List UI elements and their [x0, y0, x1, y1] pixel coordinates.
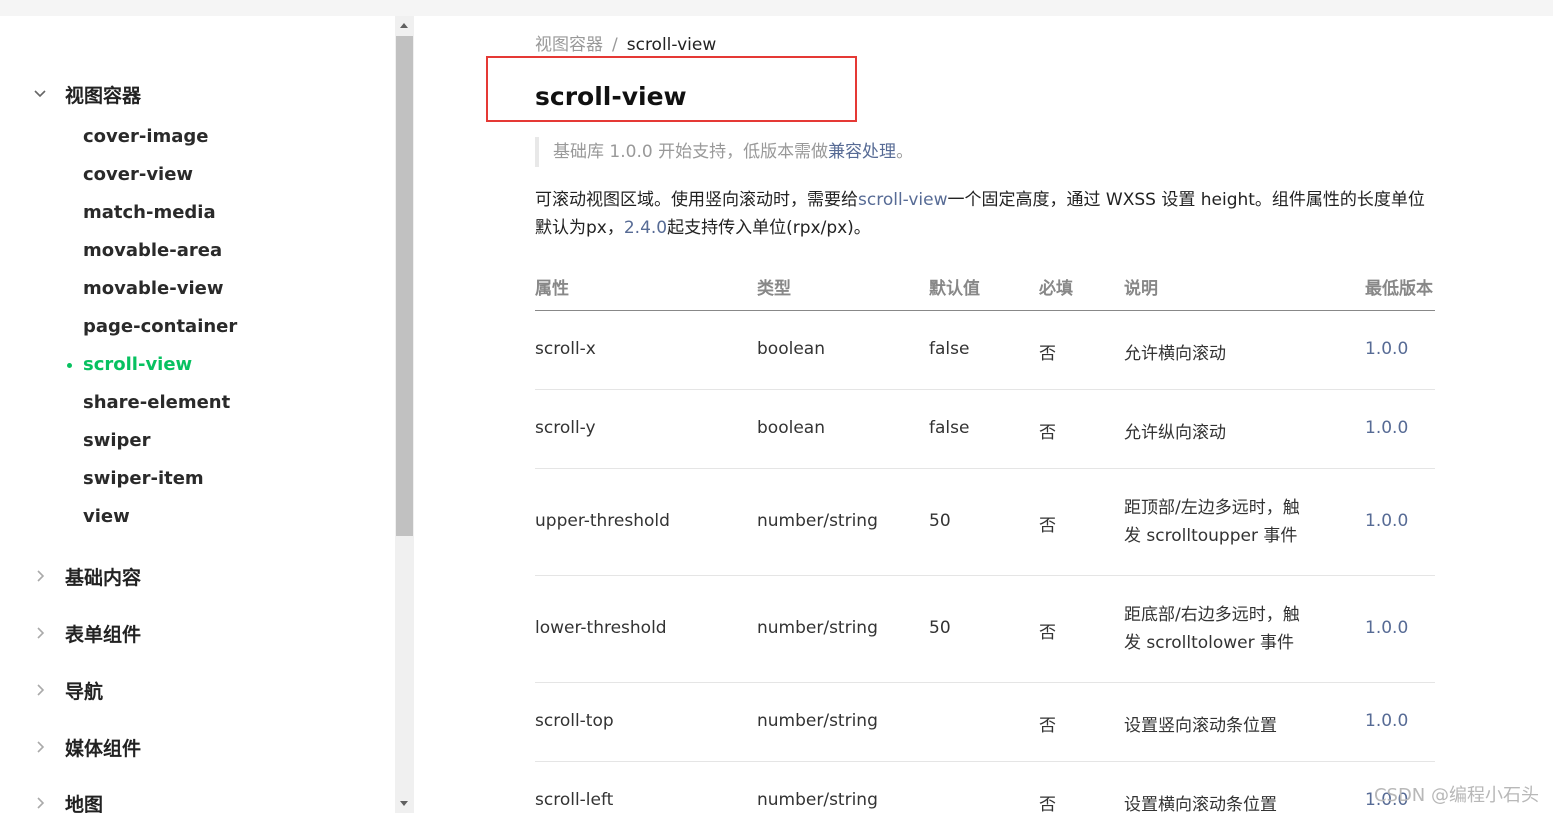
sidebar-item-swiper[interactable]: swiper	[83, 429, 150, 453]
cell-default: 50	[929, 618, 951, 638]
cell-type: number/string	[757, 618, 878, 638]
header-default: 默认值	[929, 279, 980, 299]
header-description: 说明	[1124, 279, 1158, 299]
cell-version-link[interactable]: 1.0.0	[1365, 618, 1408, 638]
header-required: 必填	[1039, 279, 1073, 299]
active-dot-icon	[67, 363, 72, 368]
cell-description: 距顶部/左边多远时，触发 scrolltoupper 事件	[1124, 498, 1300, 546]
scroll-down-arrow-icon[interactable]	[400, 801, 408, 806]
top-strip	[0, 0, 1553, 16]
cell-attribute: lower-threshold	[535, 618, 667, 638]
cell-required: 否	[1039, 623, 1056, 643]
header-min-version: 最低版本	[1365, 279, 1433, 299]
cell-description: 允许纵向滚动	[1124, 423, 1226, 443]
cell-version-link[interactable]: 1.0.0	[1365, 339, 1408, 359]
attributes-table: 属性 类型 默认值 必填 说明 最低版本 scroll-x boolean fa…	[535, 271, 1435, 813]
cell-attribute: scroll-y	[535, 418, 596, 438]
scroll-view-link[interactable]: scroll-view	[858, 190, 948, 210]
cell-default: false	[929, 418, 970, 438]
cell-version-link[interactable]: 1.0.0	[1365, 711, 1408, 731]
note-text: 基础库 1.0.0 开始支持，低版本需做	[553, 142, 829, 162]
cell-attribute: scroll-left	[535, 790, 614, 810]
sidebar-item-cover-image[interactable]: cover-image	[83, 125, 209, 149]
cell-type: number/string	[757, 511, 878, 531]
cell-description: 允许横向滚动	[1124, 344, 1226, 364]
table-row: upper-threshold number/string 50 否 距顶部/左…	[535, 469, 1435, 576]
breadcrumb-current: scroll-view	[626, 35, 717, 55]
cell-default: false	[929, 339, 970, 359]
scrollbar-thumb[interactable]	[396, 36, 413, 536]
cell-attribute: scroll-top	[535, 711, 614, 731]
cell-required: 否	[1039, 716, 1056, 736]
table-row: scroll-y boolean false 否 允许纵向滚动 1.0.0	[535, 390, 1435, 469]
chevron-right-icon	[32, 568, 48, 584]
table-header: 属性 类型 默认值 必填 说明 最低版本	[535, 271, 1435, 311]
sidebar-item-label: scroll-view	[83, 354, 193, 375]
sidebar-item-movable-view[interactable]: movable-view	[83, 277, 223, 301]
watermark: CSDN @编程小石头	[1373, 785, 1539, 806]
chevron-right-icon	[32, 795, 48, 811]
version-link[interactable]: 2.4.0	[624, 218, 667, 238]
cell-type: boolean	[757, 418, 825, 438]
sidebar-item-view[interactable]: view	[83, 505, 130, 529]
compat-link[interactable]: 兼容处理	[828, 142, 896, 162]
page-title: scroll-view	[535, 82, 687, 111]
sidebar-item-movable-area[interactable]: movable-area	[83, 239, 222, 263]
header-type: 类型	[757, 279, 791, 299]
sidebar-group-label: 基础内容	[65, 566, 142, 589]
version-note: 基础库 1.0.0 开始支持，低版本需做兼容处理。	[535, 137, 913, 167]
cell-required: 否	[1039, 344, 1056, 364]
cell-description: 设置竖向滚动条位置	[1124, 716, 1277, 736]
sidebar-item-swiper-item[interactable]: swiper-item	[83, 467, 204, 491]
table-row: scroll-left number/string 否 设置横向滚动条位置 1.…	[535, 762, 1435, 813]
cell-type: number/string	[757, 790, 878, 810]
scroll-up-arrow-icon[interactable]	[400, 23, 408, 28]
sidebar-group-label: 表单组件	[65, 623, 142, 646]
cell-type: boolean	[757, 339, 825, 359]
chevron-right-icon	[32, 625, 48, 641]
sidebar-item-share-element[interactable]: share-element	[83, 391, 230, 415]
sidebar-item-match-media[interactable]: match-media	[83, 201, 216, 225]
sidebar-group-label: 媒体组件	[65, 737, 142, 760]
breadcrumb-parent-link[interactable]: 视图容器	[535, 35, 603, 55]
breadcrumb: 视图容器 / scroll-view	[535, 30, 716, 55]
cell-type: number/string	[757, 711, 878, 731]
sidebar-item-scroll-view[interactable]: scroll-view	[67, 353, 193, 377]
cell-description: 距底部/右边多远时，触发 scrolltolower 事件	[1124, 605, 1300, 653]
desc-text: 起支持传入单位(rpx/px)。	[667, 218, 871, 238]
sidebar-item-cover-view[interactable]: cover-view	[83, 163, 193, 187]
cell-version-link[interactable]: 1.0.0	[1365, 418, 1408, 438]
table-row: lower-threshold number/string 50 否 距底部/右…	[535, 576, 1435, 683]
sidebar: 视图容器 cover-image cover-view match-media …	[0, 16, 395, 813]
cell-description: 设置横向滚动条位置	[1124, 795, 1277, 813]
sidebar-group-label: 视图容器	[65, 84, 142, 107]
cell-attribute: scroll-x	[535, 339, 596, 359]
sidebar-group-label: 导航	[65, 680, 104, 703]
cell-attribute: upper-threshold	[535, 511, 670, 531]
cell-required: 否	[1039, 516, 1056, 536]
cell-version-link[interactable]: 1.0.0	[1365, 511, 1408, 531]
header-attribute: 属性	[535, 279, 569, 299]
table-row: scroll-x boolean false 否 允许横向滚动 1.0.0	[535, 311, 1435, 390]
page-description: 可滚动视图区域。使用竖向滚动时，需要给scroll-view一个固定高度，通过 …	[535, 186, 1435, 242]
table-row: scroll-top number/string 否 设置竖向滚动条位置 1.0…	[535, 683, 1435, 762]
cell-required: 否	[1039, 423, 1056, 443]
sidebar-item-page-container[interactable]: page-container	[83, 315, 237, 339]
sidebar-scrollbar[interactable]	[395, 16, 414, 813]
cell-required: 否	[1039, 795, 1056, 813]
note-suffix: 。	[896, 142, 914, 162]
desc-text: 可滚动视图区域。使用竖向滚动时，需要给	[535, 190, 858, 210]
sidebar-group-label: 地图	[65, 793, 104, 813]
main-content: 视图容器 / scroll-view scroll-view 基础库 1.0.0 开…	[414, 16, 1553, 813]
chevron-right-icon	[32, 682, 48, 698]
breadcrumb-separator: /	[612, 35, 618, 55]
chevron-right-icon	[32, 739, 48, 755]
cell-default: 50	[929, 511, 951, 531]
chevron-down-icon	[32, 86, 48, 102]
